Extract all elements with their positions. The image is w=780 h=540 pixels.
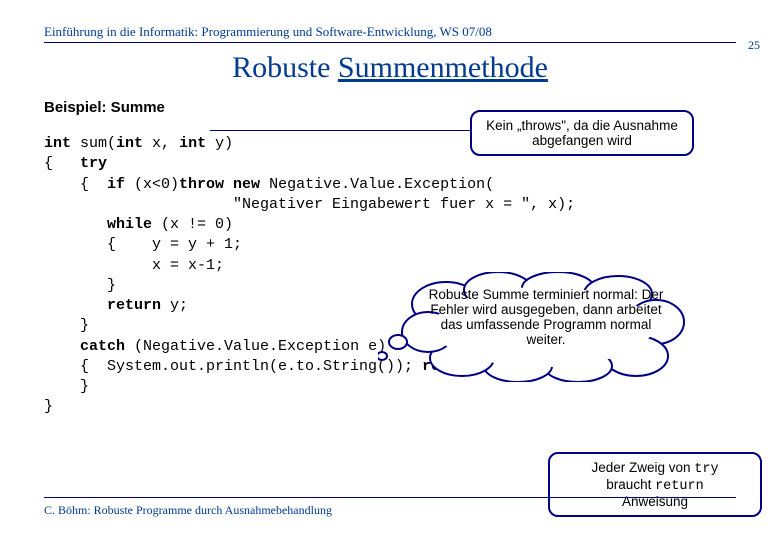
code-t: "Negativer Eingabewert fuer x = ", x);: [44, 196, 575, 213]
kw-int: int: [116, 135, 143, 152]
footer-text: C. Böhm: Robuste Programme durch Ausnahm…: [44, 503, 332, 518]
code-t: [44, 338, 80, 355]
code-t: x,: [143, 135, 179, 152]
kw-while: while: [107, 216, 152, 233]
course-header: Einführung in die Informatik: Programmie…: [0, 0, 780, 42]
callout2-t1: Jeder Zweig von: [591, 460, 694, 475]
connector-line: [210, 130, 470, 131]
title-word-1: Robuste: [232, 51, 338, 84]
code-t: Negative.Value.Exception(: [260, 176, 494, 193]
code-t: y): [206, 135, 233, 152]
code-t: (x != 0): [152, 216, 233, 233]
code-t: {: [44, 155, 80, 172]
code-t: }: [44, 378, 89, 395]
kw-if: if: [107, 176, 134, 193]
kw-int: int: [44, 135, 71, 152]
code-t: {: [44, 176, 107, 193]
callout-cloud: Robuste Summe terminiert normal: Der Feh…: [378, 272, 688, 382]
callout-no-throws: Kein „throws", da die Ausnahme abgefange…: [470, 110, 694, 156]
title-word-2: Summenmethode: [338, 51, 548, 84]
code-t: { System.out.println(e.to.String());: [44, 358, 422, 375]
code-t: sum(: [71, 135, 116, 152]
kw-int: int: [179, 135, 206, 152]
cloud-text: Robuste Summe terminiert normal: Der Feh…: [428, 287, 664, 347]
code-t: [44, 297, 107, 314]
slide-title: Robuste Summenmethode: [0, 51, 780, 85]
top-rule: [44, 42, 736, 43]
kw-throw-new: throw new: [179, 176, 260, 193]
kw-try: try: [80, 155, 107, 172]
code-t: }: [44, 277, 116, 294]
callout-return-required: Jeder Zweig von try braucht return Anwei…: [548, 452, 762, 517]
kw-catch: catch: [80, 338, 125, 355]
code-t: x = x-1;: [44, 257, 224, 274]
code-t: y;: [161, 297, 188, 314]
callout2-t2: braucht: [606, 477, 655, 492]
code-t: { y = y + 1;: [44, 236, 242, 253]
code-t: (x<0): [134, 176, 179, 193]
page-number: 25: [748, 38, 760, 53]
code-t: (Negative.Value.Exception e): [125, 338, 386, 355]
code-t: }: [44, 317, 89, 334]
code-t: [44, 216, 107, 233]
callout2-code-return: return: [655, 479, 704, 494]
callout2-code-try: try: [694, 462, 718, 477]
kw-return: return: [107, 297, 161, 314]
code-t: }: [44, 398, 53, 415]
bottom-rule: [44, 497, 736, 498]
